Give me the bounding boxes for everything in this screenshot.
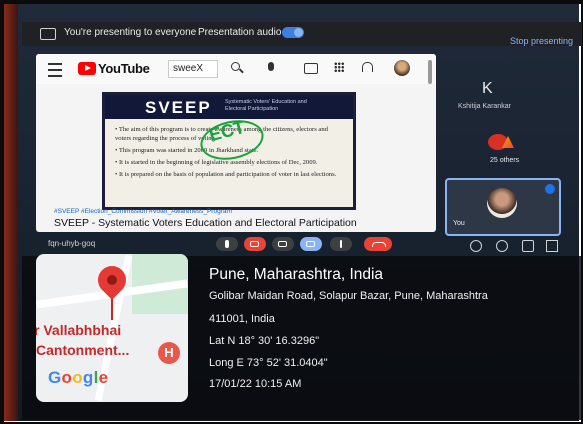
address-line-2: 411001, India [209, 313, 275, 325]
video-hashtags[interactable]: #SVEEP #Election_Commission #Voter_Aware… [54, 208, 232, 215]
search-icon[interactable] [226, 60, 250, 78]
camera-off-icon [250, 241, 259, 247]
present-icon [40, 28, 56, 40]
monitor-bezel [4, 4, 18, 421]
presenting-banner: You're presenting to everyone Presentati… [22, 22, 582, 46]
mic-icon[interactable] [268, 62, 274, 71]
more-icon[interactable] [545, 184, 555, 194]
mic-toggle-button[interactable] [216, 237, 238, 251]
create-icon[interactable] [304, 63, 318, 74]
location-map: r Vallabhbhai Cantonment... H Google [36, 254, 188, 402]
presentation-audio-label: Presentation audio [198, 27, 282, 38]
presenting-text: You're presenting to everyone [64, 27, 197, 38]
avatar [487, 188, 517, 218]
timestamp: 17/01/22 10:15 AM [209, 378, 302, 390]
presentation-audio-toggle[interactable] [282, 27, 304, 38]
youtube-window: YouTube sweeX SVEEP Systematic Voters' E… [36, 54, 436, 232]
self-video-tile[interactable]: You [445, 178, 561, 236]
search-input[interactable]: sweeX [168, 60, 218, 78]
camera-toggle-button[interactable] [244, 237, 266, 251]
hospital-icon: H [158, 342, 180, 364]
map-place-label: r Vallabhbhai [36, 322, 122, 338]
present-now-button[interactable] [300, 237, 322, 251]
others-avatar-stack[interactable] [488, 134, 508, 150]
participant-initial: K [482, 80, 493, 97]
mic-icon [225, 240, 229, 248]
longitude: Long E 73° 52' 31.0404" [209, 357, 328, 369]
self-label: You [453, 220, 465, 227]
activities-icon[interactable] [546, 240, 558, 252]
stop-presenting-button[interactable]: Stop presenting [510, 36, 573, 46]
google-logo: Google [48, 368, 109, 387]
bell-icon[interactable] [362, 62, 373, 72]
participant-name: Kshitija Karankar [458, 103, 511, 110]
map-place-label: Cantonment... [36, 342, 130, 358]
slide-title: SVEEP [145, 98, 212, 117]
menu-icon[interactable] [48, 63, 62, 77]
end-call-button[interactable] [364, 237, 392, 251]
youtube-logo-icon[interactable] [78, 62, 96, 75]
present-now-icon [306, 241, 315, 247]
more-options-button[interactable] [330, 237, 352, 251]
location-city: Pune, Maharashtra, India [209, 266, 384, 283]
address-line-1: Golibar Maidan Road, Solapur Bazar, Pune… [209, 290, 488, 302]
scrollbar[interactable] [428, 60, 432, 84]
youtube-header: YouTube sweeX [36, 54, 436, 84]
slide-subtitle: Systematic Voters' Education and Elector… [225, 99, 307, 112]
avatar[interactable] [394, 60, 410, 76]
meeting-code: fqn-uhyb-goq [48, 239, 96, 248]
people-icon[interactable] [496, 240, 508, 252]
others-count: 25 others [490, 157, 520, 164]
captions-button[interactable] [272, 237, 294, 251]
chat-icon[interactable] [522, 240, 534, 252]
apps-icon[interactable] [334, 62, 344, 72]
slide-header: SVEEP Systematic Voters' Education and E… [105, 95, 353, 119]
video-title: SVEEP - Systematic Voters Education and … [54, 217, 357, 229]
more-icon [340, 240, 342, 248]
captions-icon [278, 241, 287, 247]
video-player[interactable]: SVEEP Systematic Voters' Education and E… [102, 92, 356, 210]
youtube-brand[interactable]: YouTube [98, 61, 150, 76]
info-icon[interactable] [470, 240, 482, 252]
list-item: It is prepared on the basis of populatio… [115, 170, 345, 179]
latitude: Lat N 18° 30' 16.3296" [209, 335, 320, 347]
